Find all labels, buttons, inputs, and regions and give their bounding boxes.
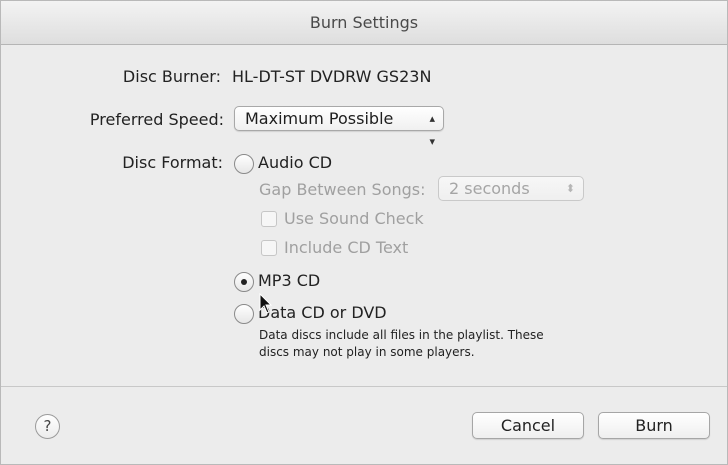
preferred-speed-popup[interactable]: Maximum Possible ▴ ▾ — [234, 106, 444, 148]
include-cd-text-label: Include CD Text — [284, 238, 409, 257]
data-cd-radio[interactable] — [234, 304, 254, 324]
use-sound-check-label: Use Sound Check — [284, 209, 424, 228]
mouse-cursor-icon — [259, 293, 273, 314]
audio-cd-label: Audio CD — [258, 153, 333, 172]
burn-button[interactable]: Burn — [598, 412, 710, 439]
data-cd-label: Data CD or DVD — [258, 303, 387, 322]
disc-format-label: Disc Format: — [122, 153, 223, 172]
audio-cd-radio[interactable] — [234, 154, 254, 174]
disc-burner-label: Disc Burner: — [122, 67, 221, 86]
window-title: Burn Settings — [1, 1, 727, 45]
data-disc-note-line-2: discs may not play in some players. — [259, 345, 475, 359]
use-sound-check-checkbox[interactable] — [261, 211, 277, 227]
mp3-cd-radio[interactable] — [234, 272, 254, 292]
cancel-button[interactable]: Cancel — [472, 412, 584, 439]
include-cd-text-checkbox[interactable] — [261, 240, 277, 256]
footer-separator — [1, 386, 727, 387]
mp3-cd-label: MP3 CD — [258, 271, 321, 290]
burn-settings-dialog: Burn Settings Disc Burner: HL-DT-ST DVDR… — [0, 0, 728, 465]
gap-between-songs-value: 2 seconds — [449, 179, 530, 198]
preferred-speed-value: Maximum Possible — [245, 109, 394, 128]
gap-between-songs-label: Gap Between Songs: — [259, 180, 426, 199]
popup-arrows-icon: ▴ ▾ — [429, 112, 435, 148]
preferred-speed-label: Preferred Speed: — [89, 110, 224, 129]
popup-arrows-icon: ⬍ — [565, 182, 575, 195]
gap-between-songs-popup[interactable]: 2 seconds ⬍ — [438, 176, 584, 201]
data-disc-note-line-1: Data discs include all files in the play… — [259, 328, 544, 342]
data-disc-note: Data discs include all files in the play… — [259, 327, 619, 361]
disc-burner-value: HL-DT-ST DVDRW GS23N — [232, 67, 432, 86]
help-button[interactable]: ? — [35, 414, 60, 439]
